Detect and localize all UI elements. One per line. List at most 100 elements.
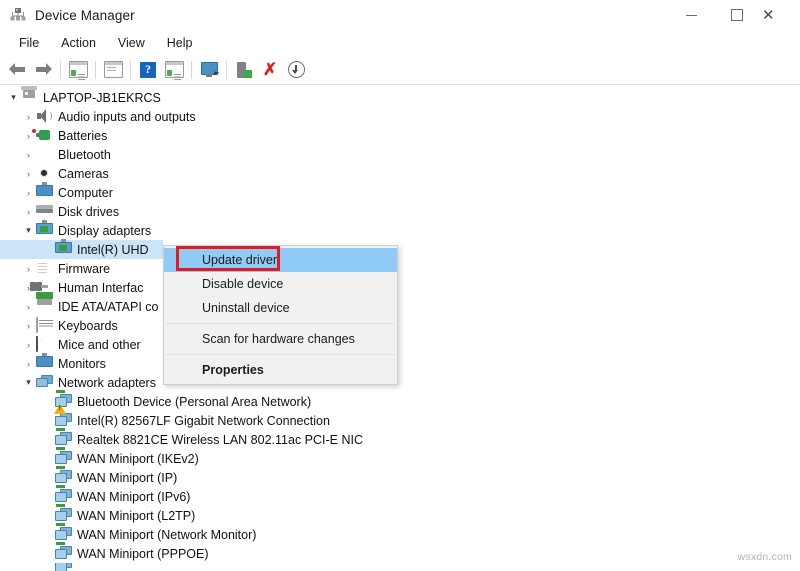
chevron-right-icon[interactable]: › <box>21 207 36 217</box>
tree-item-disk-drives[interactable]: › Disk drives <box>0 202 800 221</box>
chevron-right-icon[interactable]: › <box>21 188 36 198</box>
bluetooth-icon <box>36 147 53 163</box>
tree-item-network-device[interactable]: Bluetooth Device (Personal Area Network) <box>0 392 800 411</box>
chevron-right-icon[interactable]: › <box>21 359 36 369</box>
network-adapter-icon <box>55 470 72 486</box>
tree-item-label: Audio inputs and outputs <box>58 110 200 124</box>
tree-item-network-device[interactable]: Realtek 8821CE Wireless LAN 802.11ac PCI… <box>0 430 800 449</box>
forward-arrow-icon <box>35 63 52 76</box>
tree-item-firmware[interactable]: › Firmware <box>0 259 800 278</box>
context-menu-item-scan-for-hardware-changes[interactable]: Scan for hardware changes <box>164 327 397 351</box>
network-adapter-icon <box>55 508 72 524</box>
chevron-down-icon[interactable]: ▾ <box>21 225 36 236</box>
show-hide-console-tree-button[interactable] <box>65 58 91 82</box>
tree-item-computer[interactable]: › Computer <box>0 183 800 202</box>
chevron-right-icon[interactable]: › <box>21 150 36 160</box>
tree-item-network-device[interactable]: WAN Miniport (IKEv2) <box>0 449 800 468</box>
tree-item-network-device-partial[interactable] <box>0 563 800 571</box>
network-adapter-icon <box>55 563 72 571</box>
tree-item-intel-uhd-graphics[interactable]: Intel(R) UHD <box>0 240 800 259</box>
tree-item-root[interactable]: ▾ LAPTOP-JB1EKRCS <box>0 88 800 107</box>
tree-item-label: WAN Miniport (IP) <box>77 471 181 485</box>
tree-item-network-device[interactable]: WAN Miniport (L2TP) <box>0 506 800 525</box>
close-button[interactable]: ✕ <box>760 0 800 30</box>
install-legacy-hardware-button[interactable] <box>283 58 309 82</box>
menu-item-help[interactable]: Help <box>156 33 204 53</box>
display-adapter-icon <box>55 242 72 258</box>
toolbar-separator <box>130 61 131 79</box>
toolbar: ? ✗ <box>0 55 800 85</box>
tree-item-mice-and-other-pointing-devices[interactable]: › Mice and other <box>0 335 800 354</box>
properties-button[interactable] <box>100 58 126 82</box>
tree-item-keyboards[interactable]: › Keyboards <box>0 316 800 335</box>
update-driver-button[interactable] <box>161 58 187 82</box>
tree-item-batteries[interactable]: › Batteries <box>0 126 800 145</box>
minimize-button[interactable] <box>668 0 714 30</box>
device-tree: ▾ LAPTOP-JB1EKRCS › Audio inputs and out… <box>0 85 800 571</box>
context-menu-item-properties[interactable]: Properties <box>164 358 397 382</box>
close-icon: ✕ <box>762 6 775 24</box>
tree-item-label: IDE ATA/ATAPI co <box>58 300 163 314</box>
tree-item-monitors[interactable]: › Monitors <box>0 354 800 373</box>
toolbar-separator <box>226 61 227 79</box>
tree-item-cameras[interactable]: › Cameras <box>0 164 800 183</box>
tree-item-network-adapters[interactable]: ▾ Network adapters <box>0 373 800 392</box>
uninstall-device-button[interactable]: ✗ <box>257 58 283 82</box>
computer-monitor-icon <box>36 185 53 201</box>
tree-item-audio[interactable]: › Audio inputs and outputs <box>0 107 800 126</box>
annotation-highlight-box <box>176 246 280 271</box>
tree-item-label: Mice and other <box>58 338 145 352</box>
uninstall-device-icon: ✗ <box>263 61 277 78</box>
network-adapter-icon <box>55 489 72 505</box>
keyboard-icon <box>36 318 53 334</box>
tree-item-network-device[interactable]: WAN Miniport (IPv6) <box>0 487 800 506</box>
tree-item-network-device[interactable]: ! Intel(R) 82567LF Gigabit Network Conne… <box>0 411 800 430</box>
chevron-right-icon[interactable]: › <box>21 321 36 331</box>
tree-item-label: Intel(R) UHD <box>77 243 153 257</box>
scan-hardware-button[interactable] <box>196 58 222 82</box>
menu-bar: File Action View Help <box>0 30 800 55</box>
context-menu-item-uninstall-device[interactable]: Uninstall device <box>164 296 397 320</box>
tree-item-display-adapters[interactable]: ▾ Display adapters <box>0 221 800 240</box>
tree-item-bluetooth[interactable]: › Bluetooth <box>0 145 800 164</box>
tree-item-human-interface-devices[interactable]: › Human Interfac <box>0 278 800 297</box>
back-button[interactable] <box>4 58 30 82</box>
menu-item-file[interactable]: File <box>8 33 50 53</box>
properties-icon <box>104 61 123 78</box>
help-button[interactable]: ? <box>135 58 161 82</box>
tree-item-label: Intel(R) 82567LF Gigabit Network Connect… <box>77 414 334 428</box>
context-menu-separator <box>166 354 395 355</box>
disk-drive-icon <box>36 204 53 220</box>
tree-item-ide-ata-atapi-controllers[interactable]: › IDE ATA/ATAPI co <box>0 297 800 316</box>
tree-item-network-device[interactable]: WAN Miniport (Network Monitor) <box>0 525 800 544</box>
menu-item-view[interactable]: View <box>107 33 156 53</box>
chevron-right-icon[interactable]: › <box>21 169 36 179</box>
chevron-right-icon[interactable]: › <box>21 302 36 312</box>
tree-item-label: WAN Miniport (IKEv2) <box>77 452 203 466</box>
enable-device-button[interactable] <box>231 58 257 82</box>
chevron-right-icon[interactable]: › <box>21 340 36 350</box>
window-controls: ✕ <box>668 0 800 30</box>
tree-item-label: WAN Miniport (IPv6) <box>77 490 194 504</box>
chevron-down-icon[interactable]: ▾ <box>6 92 21 103</box>
context-menu-item-disable-device[interactable]: Disable device <box>164 272 397 296</box>
tree-item-label: Cameras <box>58 167 113 181</box>
enable-device-icon <box>237 62 252 78</box>
monitor-icon <box>36 356 53 372</box>
tree-item-label: Bluetooth <box>58 148 115 162</box>
context-menu-separator <box>166 323 395 324</box>
speaker-icon <box>36 109 53 125</box>
tree-item-label: Network adapters <box>58 376 160 390</box>
chevron-right-icon[interactable]: › <box>21 112 36 122</box>
forward-button[interactable] <box>30 58 56 82</box>
tree-item-label: Batteries <box>58 129 111 143</box>
maximize-button[interactable] <box>714 0 760 30</box>
chevron-right-icon[interactable]: › <box>21 264 36 274</box>
tree-item-network-device[interactable]: WAN Miniport (PPPOE) <box>0 544 800 563</box>
help-icon: ? <box>140 62 156 78</box>
tree-item-label: Keyboards <box>58 319 122 333</box>
tree-item-network-device[interactable]: WAN Miniport (IP) <box>0 468 800 487</box>
mouse-icon <box>36 337 53 353</box>
chevron-down-icon[interactable]: ▾ <box>21 377 36 388</box>
menu-item-action[interactable]: Action <box>50 33 107 53</box>
